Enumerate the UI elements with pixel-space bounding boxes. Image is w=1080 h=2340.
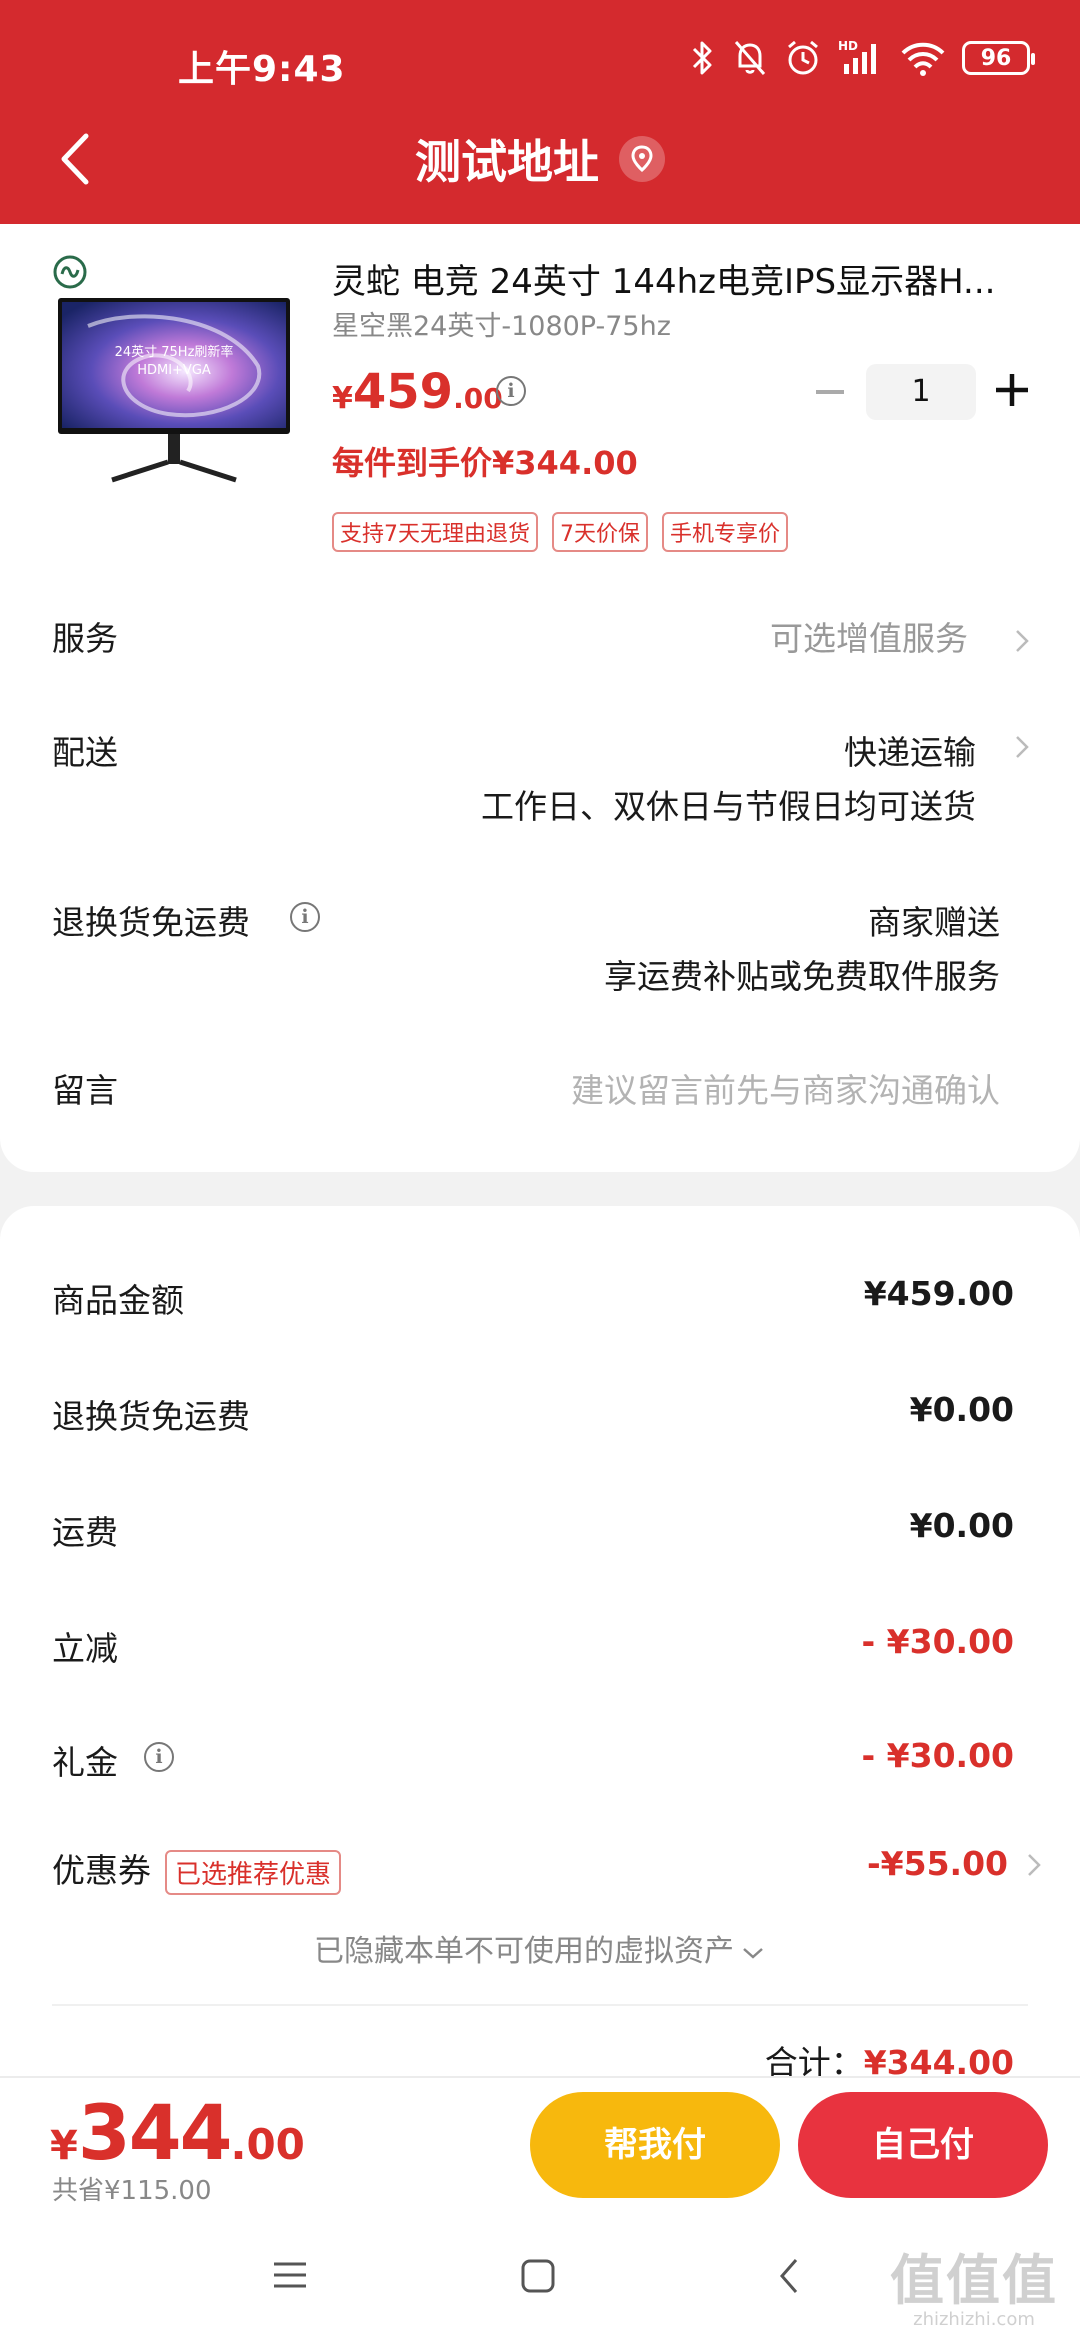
battery-level: 96 (980, 45, 1012, 71)
product-price-dec: .00 (453, 382, 503, 415)
product-image-caption-2: HDMI+VGA (137, 363, 211, 378)
shipping-label: 运费 (52, 1513, 118, 1552)
coupon-value[interactable]: -¥55.00 (867, 1844, 1008, 1883)
tag-price-protect: 7天价保 (552, 512, 648, 552)
product-price-symbol: ¥ (332, 381, 353, 416)
tag-7day-return: 支持7天无理由退货 (332, 512, 538, 552)
coupon-tag: 已选推荐优惠 (165, 1850, 342, 1895)
page-title: 测试地址 (415, 135, 599, 189)
service-value[interactable]: 可选增值服务 (770, 612, 968, 660)
quantity-minus-button[interactable] (812, 374, 848, 410)
quantity-input[interactable]: 1 (866, 364, 976, 420)
price-info-icon[interactable]: i (496, 376, 526, 406)
pay-amount-int: 344 (77, 2088, 233, 2177)
battery-icon: 96 (962, 41, 1035, 75)
return-fee-value: ¥0.00 (909, 1390, 1014, 1429)
instant-discount-label: 立减 (52, 1629, 118, 1668)
hidden-assets-text: 已隐藏本单不可使用的虚拟资产 (314, 1934, 734, 1969)
return-shipping-label: 退换货免运费 (52, 903, 250, 942)
pay-amount-dec: .00 (230, 2120, 305, 2169)
message-label: 留言 (52, 1071, 118, 1110)
pay-myself-button[interactable]: 自己付 (798, 2092, 1048, 2198)
gift-cash-label: 礼金 (52, 1743, 118, 1782)
product-sku[interactable]: 星空黑24英寸-1080P-75hz (332, 304, 671, 343)
mute-bell-icon (734, 41, 766, 75)
product-tags: 支持7天无理由退货 7天价保 手机专享价 (332, 512, 789, 552)
pay-amount-symbol: ¥ (50, 2123, 78, 2169)
message-input[interactable]: 建议留言前先与商家沟通确认 (571, 1064, 1000, 1112)
delivery-label: 配送 (52, 733, 118, 772)
product-price-int: 459 (352, 364, 454, 420)
menu-icon[interactable] (272, 2260, 308, 2290)
app-header: 上午9:43 HD 96 测试地址 (0, 0, 1080, 224)
product-price: ¥459.00 (332, 364, 503, 420)
unit-price-after-discount: 每件到手价¥344.00 (332, 444, 638, 482)
signal-icon: HD (838, 39, 876, 74)
brand-logo-icon (53, 255, 87, 289)
return-shipping-note: 享运费补贴或免费取件服务 (604, 957, 1000, 996)
product-title[interactable]: 灵蛇 电竞 24英寸 144hz电竞IPS显示器H... (332, 254, 1032, 303)
divider (52, 2004, 1028, 2006)
quantity-plus-button[interactable] (992, 370, 1032, 410)
page-title-wrap[interactable]: 测试地址 (0, 126, 1080, 192)
return-shipping-value: 商家赠送 (868, 903, 1000, 942)
status-bar: 上午9:43 HD 96 (0, 30, 1080, 94)
return-fee-label: 退换货免运费 (52, 1397, 250, 1436)
delivery-value[interactable]: 快递运输 (844, 726, 976, 774)
goods-amount-label: 商品金额 (52, 1281, 184, 1320)
chevron-right-icon[interactable] (1014, 734, 1030, 760)
instant-discount-value: - ¥30.00 (861, 1622, 1014, 1661)
watermark-logo: 值值值 (890, 2248, 1058, 2312)
status-icons: HD 96 (690, 38, 1035, 78)
gift-cash-value: - ¥30.00 (861, 1736, 1014, 1775)
chevron-down-icon (743, 1947, 763, 1959)
wifi-icon (901, 42, 945, 76)
price-summary-card: 商品金额 ¥459.00 退换货免运费 ¥0.00 运费 ¥0.00 立减 - … (0, 1206, 1080, 2082)
delivery-note: 工作日、双休日与节假日均可送货 (481, 787, 976, 826)
chevron-right-icon[interactable] (1026, 1852, 1042, 1878)
goods-amount-value: ¥459.00 (863, 1274, 1014, 1313)
watermark: 值值值 zhizhizhi.com (890, 2236, 1058, 2330)
coupon-row[interactable]: 优惠券 已选推荐优惠 (52, 1844, 342, 1895)
gift-info-icon[interactable]: i (144, 1742, 174, 1772)
tag-mobile-price: 手机专享价 (662, 512, 789, 552)
location-pin-icon (619, 136, 665, 182)
hidden-assets-toggle[interactable]: 已隐藏本单不可使用的虚拟资产 (0, 1926, 1080, 1970)
bluetooth-icon (692, 41, 712, 75)
checkout-bar: ¥344.00 共省¥115.00 帮我付 自己付 (0, 2076, 1080, 2212)
product-image[interactable]: 24英寸 75Hz刷新率 HDMI+VGA (58, 296, 294, 496)
chevron-right-icon[interactable] (1014, 628, 1030, 654)
order-detail-card: 24英寸 75Hz刷新率 HDMI+VGA 灵蛇 电竞 24英寸 144hz电竞… (0, 224, 1080, 1172)
alarm-icon (788, 40, 818, 75)
back-icon[interactable] (776, 2256, 802, 2296)
product-image-caption-1: 24英寸 75Hz刷新率 (115, 344, 234, 360)
pay-amount: ¥344.00 (50, 2088, 305, 2177)
shipping-value: ¥0.00 (909, 1506, 1014, 1545)
svg-text:HD: HD (838, 39, 858, 53)
total-saved: 共省¥115.00 (52, 2176, 212, 2206)
status-time: 上午9:43 (178, 49, 346, 90)
home-icon[interactable] (520, 2258, 556, 2294)
return-info-icon[interactable]: i (290, 902, 320, 932)
help-me-pay-button[interactable]: 帮我付 (530, 2092, 780, 2198)
watermark-url: zhizhizhi.com (913, 2309, 1035, 2330)
coupon-label: 优惠券 (52, 1851, 151, 1890)
service-label: 服务 (52, 619, 118, 658)
